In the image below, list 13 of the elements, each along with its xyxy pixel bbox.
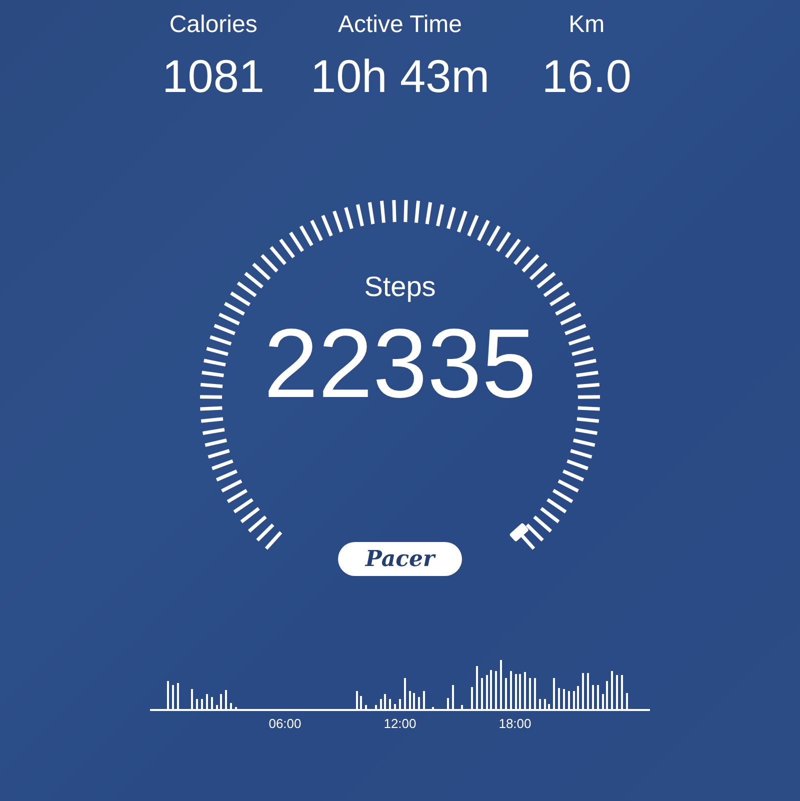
time-label: 12:00 <box>384 716 416 731</box>
gauge-marker <box>509 522 530 542</box>
stat-value: 16.0 <box>542 49 632 104</box>
steps-count: 22335 <box>264 308 536 418</box>
time-label: 06:00 <box>268 716 302 731</box>
stat-value: 1081 <box>162 49 264 104</box>
time-label: 18:00 <box>498 716 532 731</box>
pacer-logo: Pacer <box>338 542 462 576</box>
steps-label: Steps <box>364 270 436 304</box>
stat-label: Active Time <box>338 10 462 40</box>
stat-label: Km <box>568 10 605 40</box>
stat-label: Calories <box>169 10 258 40</box>
stat-value: 10h 43m <box>310 49 490 104</box>
